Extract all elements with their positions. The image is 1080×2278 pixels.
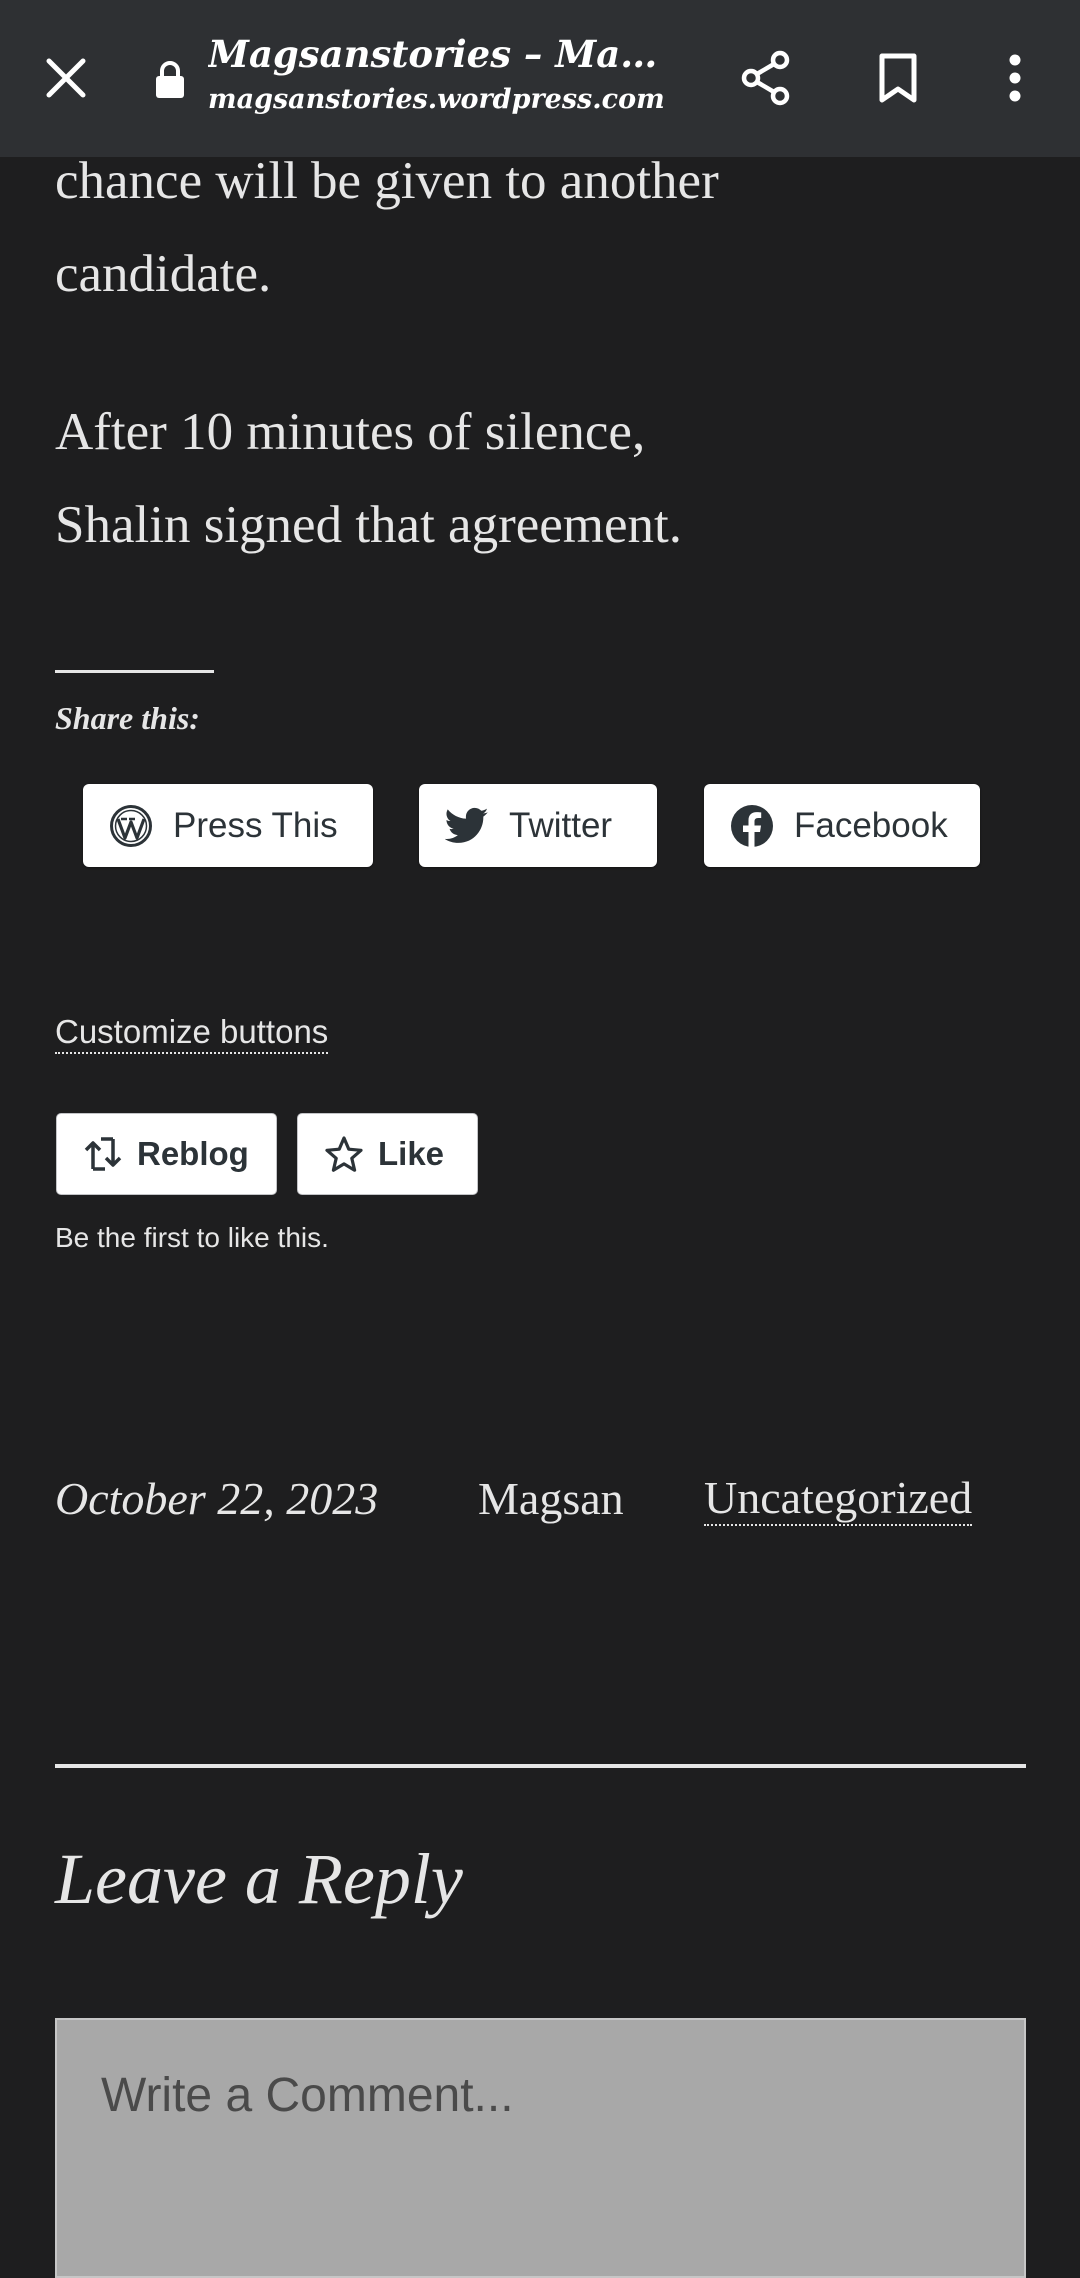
lock-icon [150, 58, 190, 102]
press-this-label: Press This [173, 805, 338, 845]
browser-toolbar: Magsanstories – Magsa… magsanstories.wor… [0, 0, 1080, 157]
post-category-link[interactable]: Uncategorized [704, 1472, 973, 1526]
close-icon[interactable] [30, 42, 102, 114]
press-this-button[interactable]: Press This [83, 784, 373, 867]
article-paragraph: After 10 minutes of silence, Shalin sign… [55, 403, 682, 554]
section-divider [55, 1764, 1026, 1768]
reply-heading: Leave a Reply [55, 1839, 463, 1919]
twitter-share-button[interactable]: Twitter [419, 784, 657, 867]
wordpress-icon [110, 804, 152, 847]
comment-input[interactable]: Write a Comment... [55, 2018, 1026, 2278]
page-url: magsanstories.wordpress.com [208, 84, 665, 115]
share-icon[interactable] [730, 42, 802, 114]
share-divider [55, 670, 214, 673]
comment-placeholder: Write a Comment... [101, 2069, 514, 2122]
facebook-label: Facebook [794, 805, 948, 845]
like-button[interactable]: Like [297, 1113, 478, 1195]
facebook-share-button[interactable]: Facebook [704, 784, 980, 867]
post-date[interactable]: October 22, 2023 [55, 1472, 378, 1525]
reblog-icon [84, 1137, 122, 1171]
reblog-label: Reblog [137, 1135, 249, 1172]
star-icon [325, 1136, 363, 1172]
facebook-icon [731, 804, 773, 848]
reblog-button[interactable]: Reblog [56, 1113, 277, 1195]
customize-buttons-link[interactable]: Customize buttons [55, 1012, 329, 1054]
more-vert-icon[interactable] [990, 42, 1040, 114]
article-paragraph: chance will be given to another candidat… [55, 152, 719, 303]
page-title-block[interactable]: Magsanstories – Magsa… magsanstories.wor… [208, 26, 678, 118]
like-label: Like [378, 1135, 445, 1172]
bookmark-icon[interactable] [862, 42, 934, 114]
page-title: Magsanstories – Magsa… [208, 32, 678, 76]
twitter-icon [445, 807, 489, 843]
post-author[interactable]: Magsan [478, 1472, 624, 1525]
twitter-label: Twitter [509, 805, 613, 845]
share-heading: Share this: [55, 700, 200, 736]
like-count-note: Be the first to like this. [55, 1222, 329, 1253]
